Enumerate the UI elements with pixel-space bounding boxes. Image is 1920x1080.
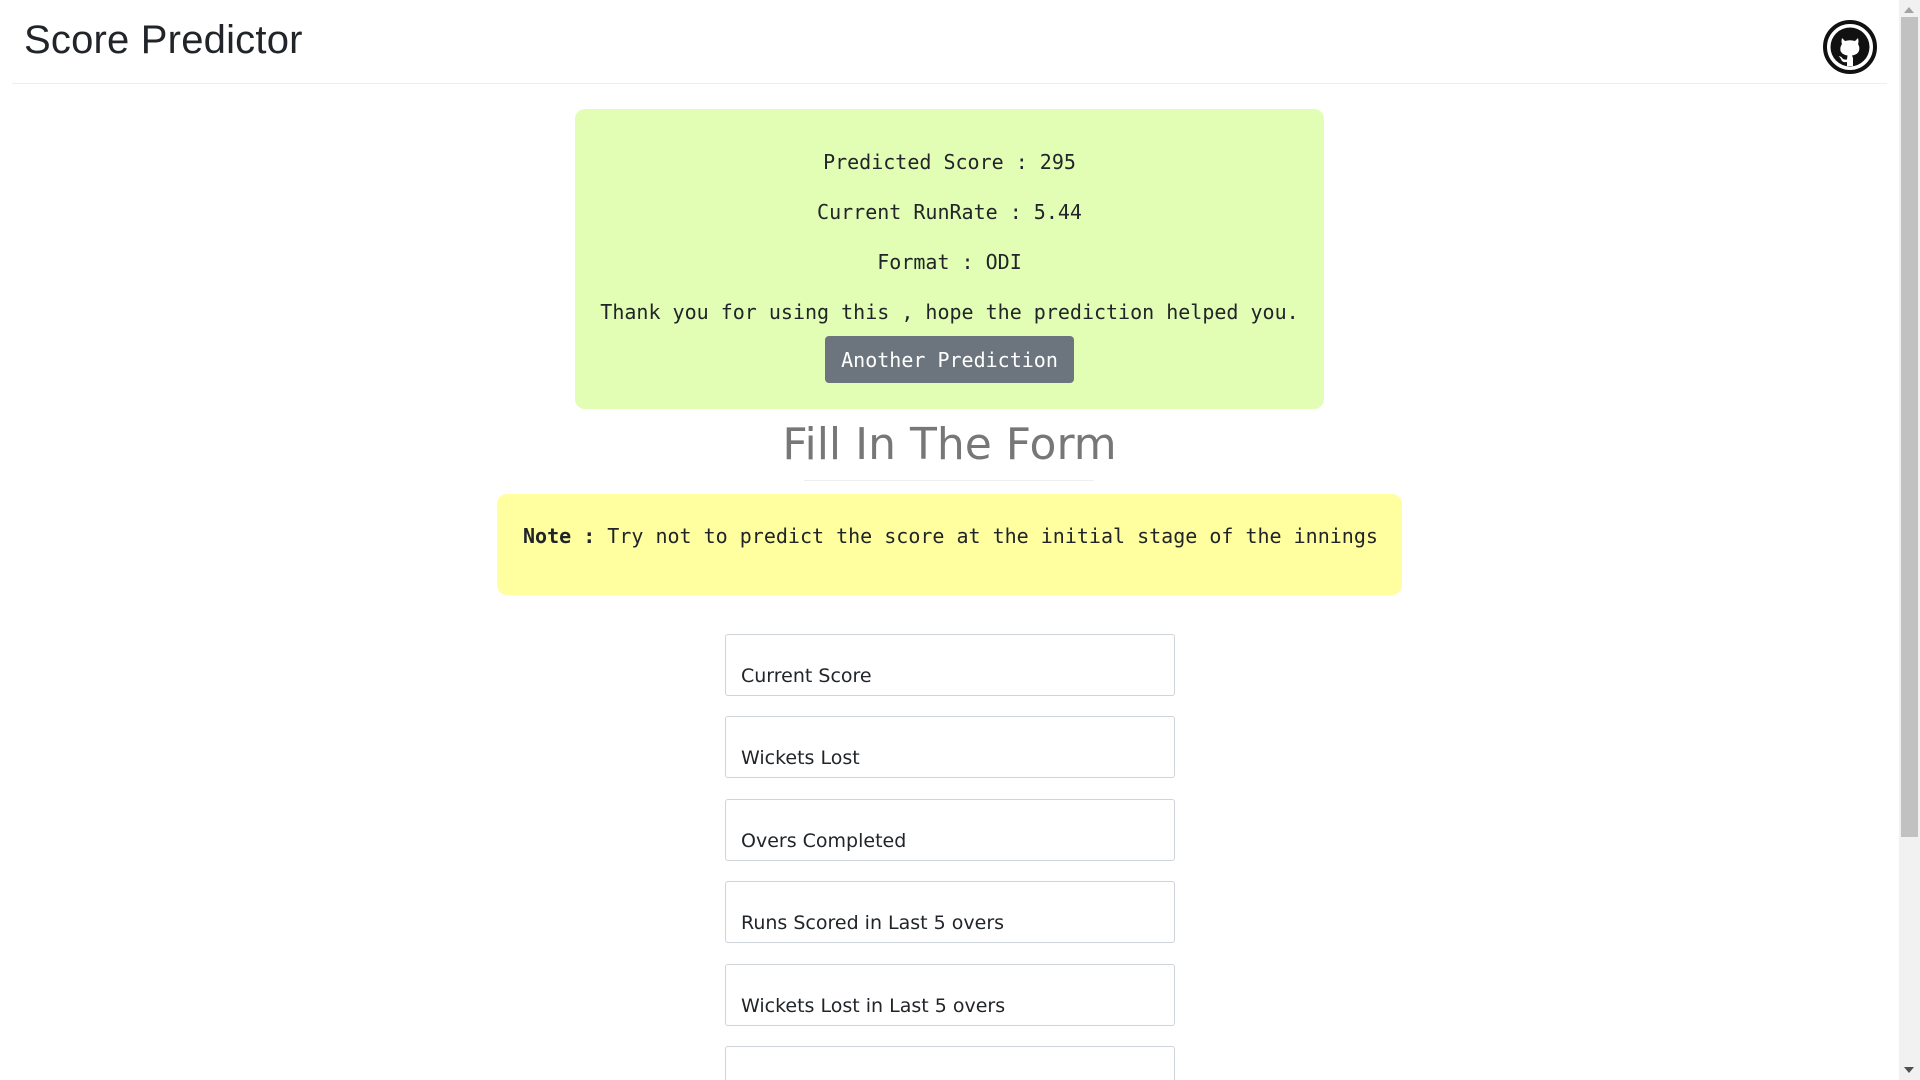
wickets-lost-input[interactable] (725, 716, 1175, 778)
scroll-down-arrow-icon[interactable] (1904, 1067, 1914, 1073)
note-content: Note : Try not to predict the score at t… (523, 524, 1378, 548)
note-label: Note : (523, 524, 596, 548)
another-prediction-button[interactable]: Another Prediction (825, 336, 1074, 383)
wickets-last-5-overs-input[interactable] (725, 964, 1175, 1026)
current-runrate-text: Current RunRate : 5.44 (817, 200, 1082, 224)
github-link[interactable] (1823, 20, 1877, 74)
github-icon (1823, 20, 1877, 74)
scroll-up-arrow-icon[interactable] (1904, 7, 1914, 13)
form-heading: Fill In The Form (782, 419, 1117, 470)
format-text: Format : ODI (877, 250, 1022, 274)
thank-you-text: Thank you for using this , hope the pred… (600, 300, 1299, 324)
note-box: Note : Try not to predict the score at t… (497, 494, 1402, 595)
heading-divider (804, 480, 1094, 481)
brand-title[interactable]: Score Predictor (24, 18, 303, 63)
scroll-thumb[interactable] (1901, 17, 1918, 837)
navbar: Score Predictor (12, 0, 1887, 84)
prediction-result-card: Predicted Score : 295 Current RunRate : … (575, 109, 1324, 409)
current-score-input[interactable] (725, 634, 1175, 696)
page: Score Predictor Predicted Score : 295 Cu… (0, 0, 1899, 1080)
note-message: Try not to predict the score at the init… (595, 524, 1378, 548)
striker-score-input[interactable] (725, 1046, 1175, 1080)
overs-completed-input[interactable] (725, 799, 1175, 861)
predicted-score-text: Predicted Score : 295 (823, 150, 1076, 174)
vertical-scrollbar[interactable] (1899, 0, 1920, 1080)
runs-last-5-overs-input[interactable] (725, 881, 1175, 943)
